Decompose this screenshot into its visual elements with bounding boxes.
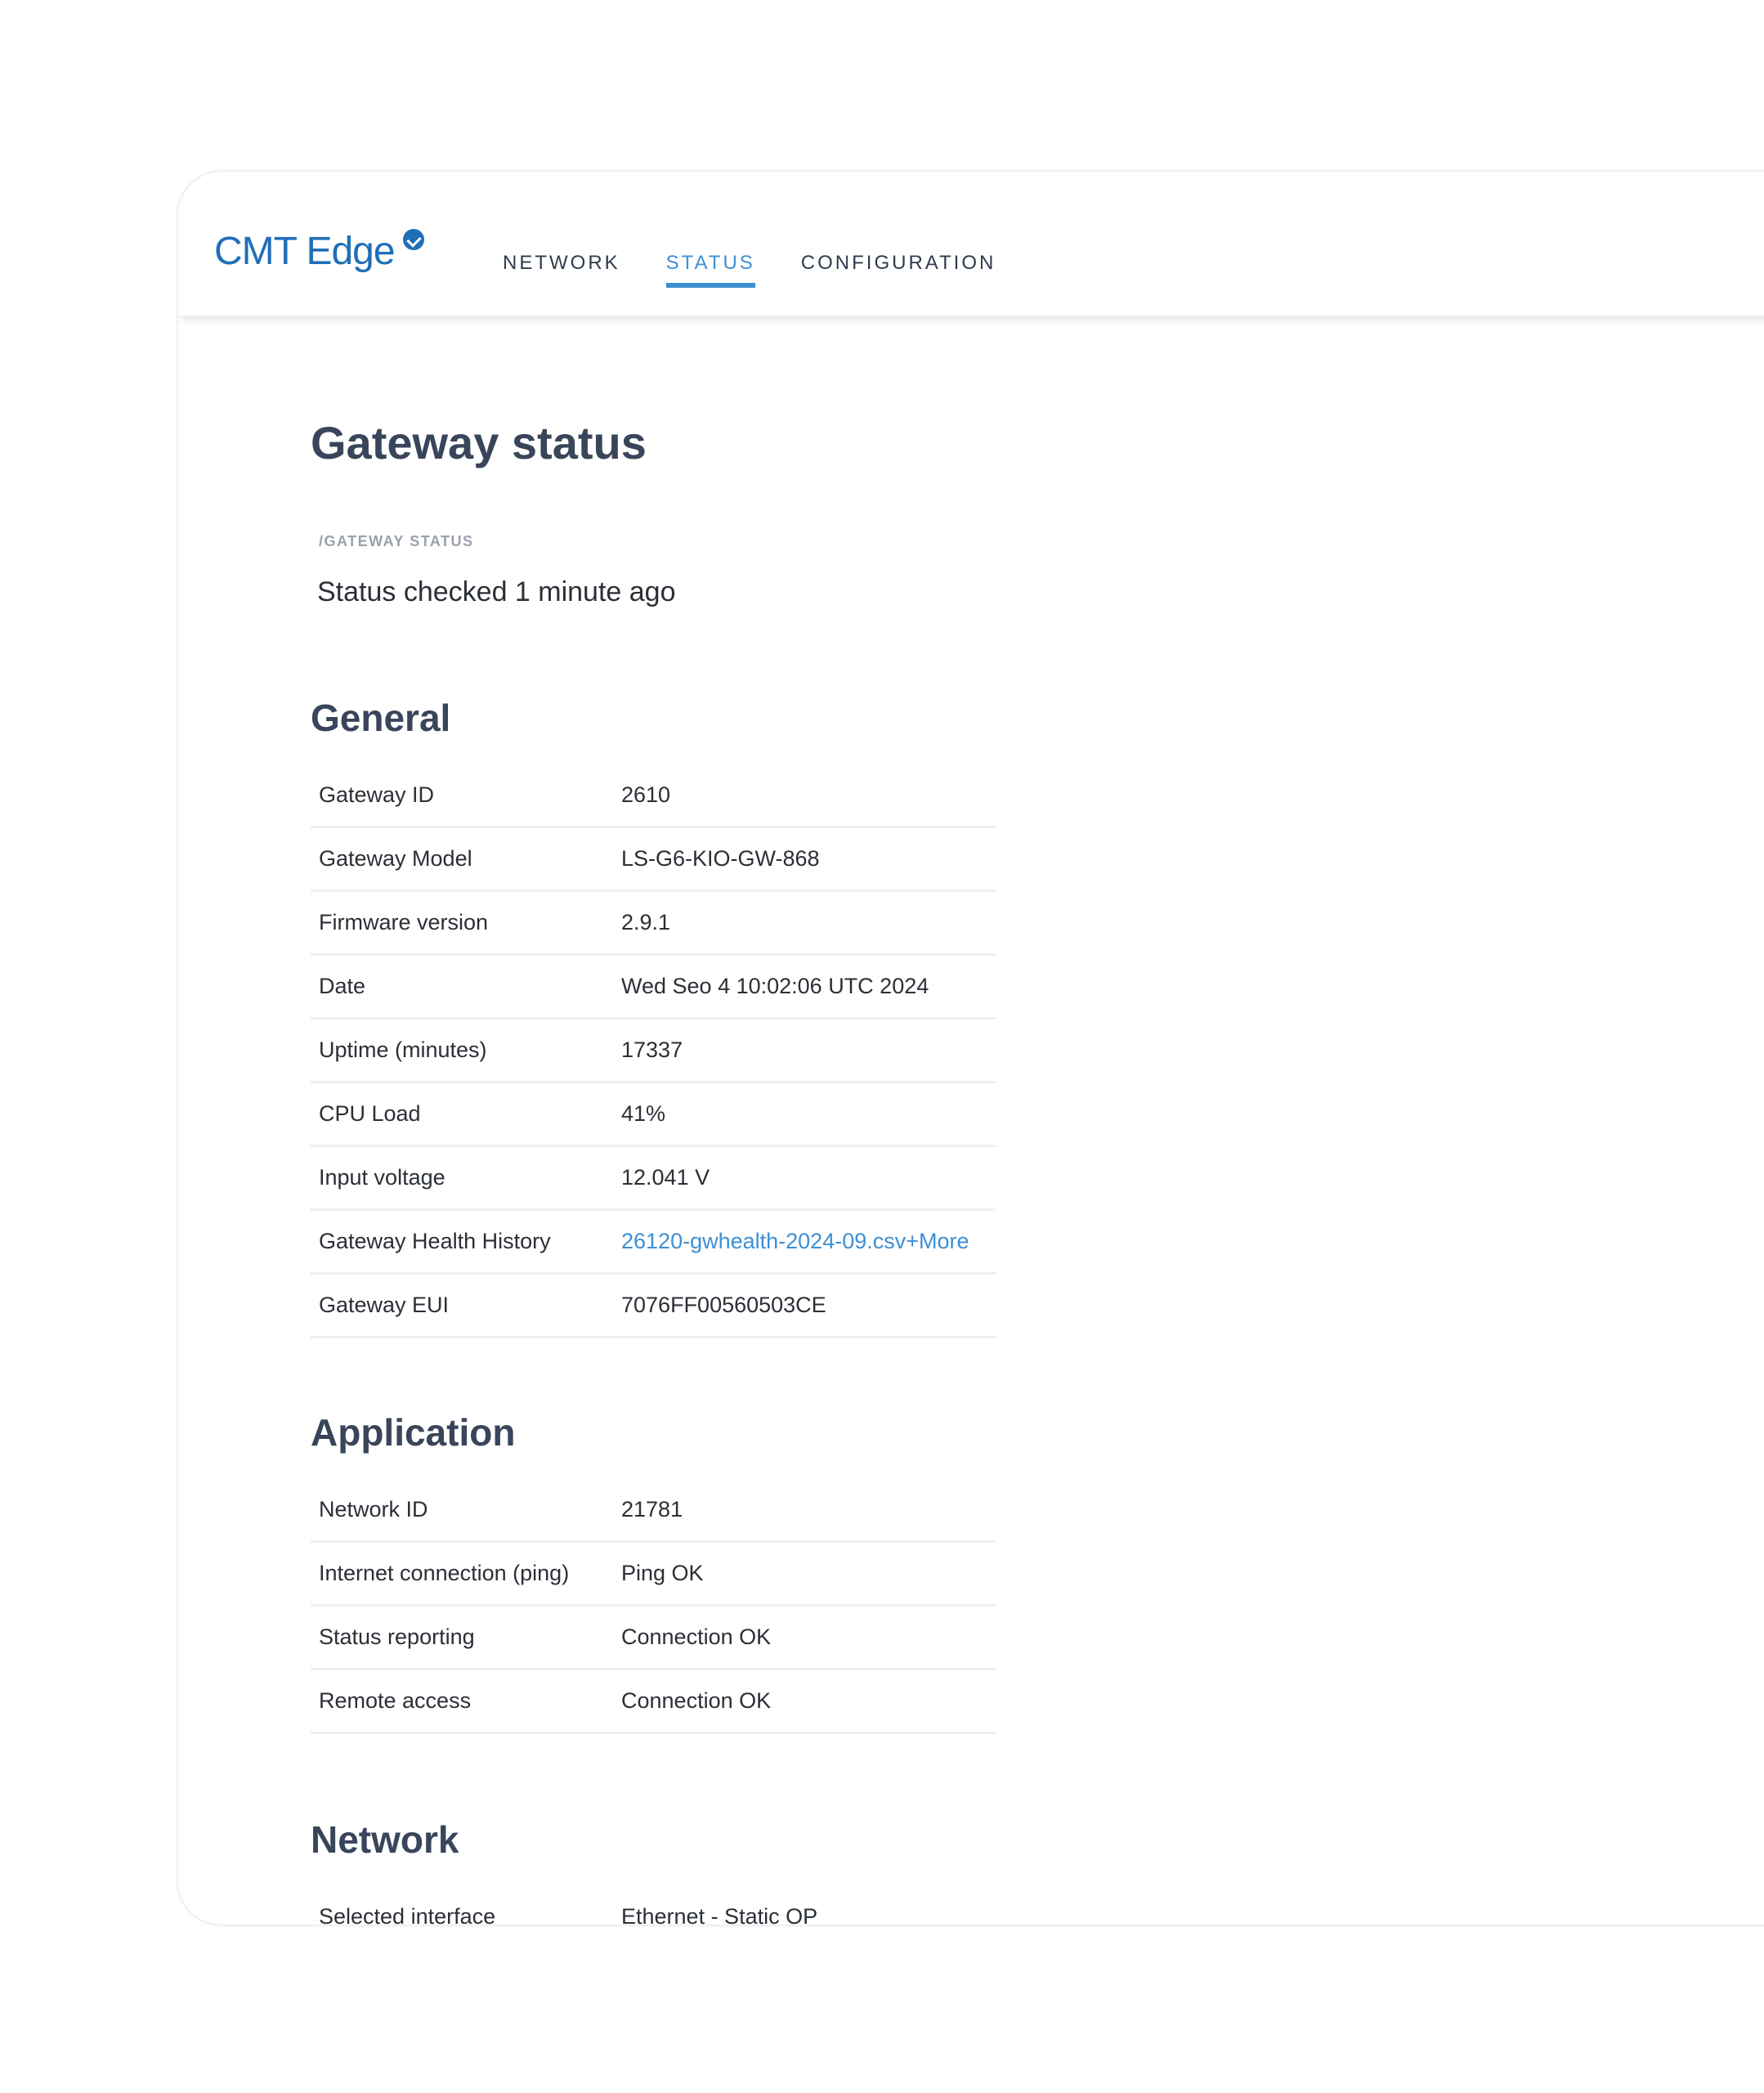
row-key: Firmware version xyxy=(319,910,489,934)
row-value: Connection OK xyxy=(621,1688,772,1713)
table-row: Firmware version 2.9.1 xyxy=(311,892,996,956)
row-value: 2610 xyxy=(621,782,671,807)
table-row: Input voltage 12.041 V xyxy=(311,1147,996,1211)
table-row: Uptime (minutes) 17337 xyxy=(311,1020,996,1083)
section-title-network: Network xyxy=(311,1818,459,1861)
application-table: Network ID 21781 Internet connection (pi… xyxy=(311,1479,996,1734)
row-key: Gateway Model xyxy=(319,846,472,871)
network-table: Selected interface Ethernet - Static OP xyxy=(311,1886,996,1926)
row-key: Gateway EUI xyxy=(319,1293,450,1317)
top-navigation-bar: CMT Edge NETWORK STATUS CONFIGURATION xyxy=(178,172,1764,317)
brand-mark-icon xyxy=(402,229,424,250)
row-key: Date xyxy=(319,974,366,998)
row-value: 12.041 V xyxy=(621,1165,710,1190)
row-value: Wed Seo 4 10:02:06 UTC 2024 xyxy=(621,974,929,998)
status-checked-text: Status checked 1 minute ago xyxy=(317,576,676,607)
row-value: 2.9.1 xyxy=(621,910,671,934)
section-title-general: General xyxy=(311,697,451,739)
table-row: Gateway EUI 7076FF00560503CE xyxy=(311,1275,996,1338)
row-value: 41% xyxy=(621,1101,666,1126)
table-row: Gateway ID 2610 xyxy=(311,764,996,828)
row-value: Ethernet - Static OP xyxy=(621,1904,818,1926)
tab-network[interactable]: NETWORK xyxy=(503,252,620,288)
page-title: Gateway status xyxy=(311,417,647,468)
tab-configuration[interactable]: CONFIGURATION xyxy=(801,252,996,288)
row-key: Status reporting xyxy=(319,1625,475,1649)
table-row: Network ID 21781 xyxy=(311,1479,996,1543)
table-row: Gateway Model LS-G6-KIO-GW-868 xyxy=(311,828,996,892)
row-key: Uptime (minutes) xyxy=(319,1038,487,1062)
row-value: Connection OK xyxy=(621,1625,772,1649)
row-key: Input voltage xyxy=(319,1165,445,1190)
row-value: 17337 xyxy=(621,1038,683,1062)
general-table: Gateway ID 2610 Gateway Model LS-G6-KIO-… xyxy=(311,764,996,1338)
table-row: Date Wed Seo 4 10:02:06 UTC 2024 xyxy=(311,956,996,1020)
row-value: 7076FF00560503CE xyxy=(621,1293,826,1317)
row-key: Gateway ID xyxy=(319,782,435,807)
section-title-application: Application xyxy=(311,1411,516,1454)
table-row: Gateway Health History 26120-gwhealth-20… xyxy=(311,1211,996,1275)
row-key: CPU Load xyxy=(319,1101,421,1126)
table-row: Selected interface Ethernet - Static OP xyxy=(311,1886,996,1926)
table-row: Internet connection (ping) Ping OK xyxy=(311,1543,996,1607)
row-value: 21781 xyxy=(621,1497,683,1522)
brand-logo[interactable]: CMT Edge xyxy=(214,229,424,274)
row-value: Ping OK xyxy=(621,1561,704,1585)
row-key: Network ID xyxy=(319,1497,428,1522)
breadcrumb: /GATEWAY STATUS xyxy=(319,533,474,549)
brand-name: CMT Edge xyxy=(214,230,396,273)
row-key: Gateway Health History xyxy=(319,1229,551,1253)
table-row: Status reporting Connection OK xyxy=(311,1607,996,1670)
health-history-link[interactable]: 26120-gwhealth-2024-09.csv+More xyxy=(621,1229,969,1254)
app-window: CMT Edge NETWORK STATUS CONFIGURATION Ga… xyxy=(177,170,1764,1926)
table-row: CPU Load 41% xyxy=(311,1083,996,1147)
row-key: Internet connection (ping) xyxy=(319,1561,570,1585)
row-key: Remote access xyxy=(319,1688,472,1713)
row-key: Selected interface xyxy=(319,1904,496,1926)
main-nav: NETWORK STATUS CONFIGURATION xyxy=(503,252,996,288)
table-row: Remote access Connection OK xyxy=(311,1670,996,1734)
row-value: LS-G6-KIO-GW-868 xyxy=(621,846,820,871)
tab-status[interactable]: STATUS xyxy=(665,252,755,288)
